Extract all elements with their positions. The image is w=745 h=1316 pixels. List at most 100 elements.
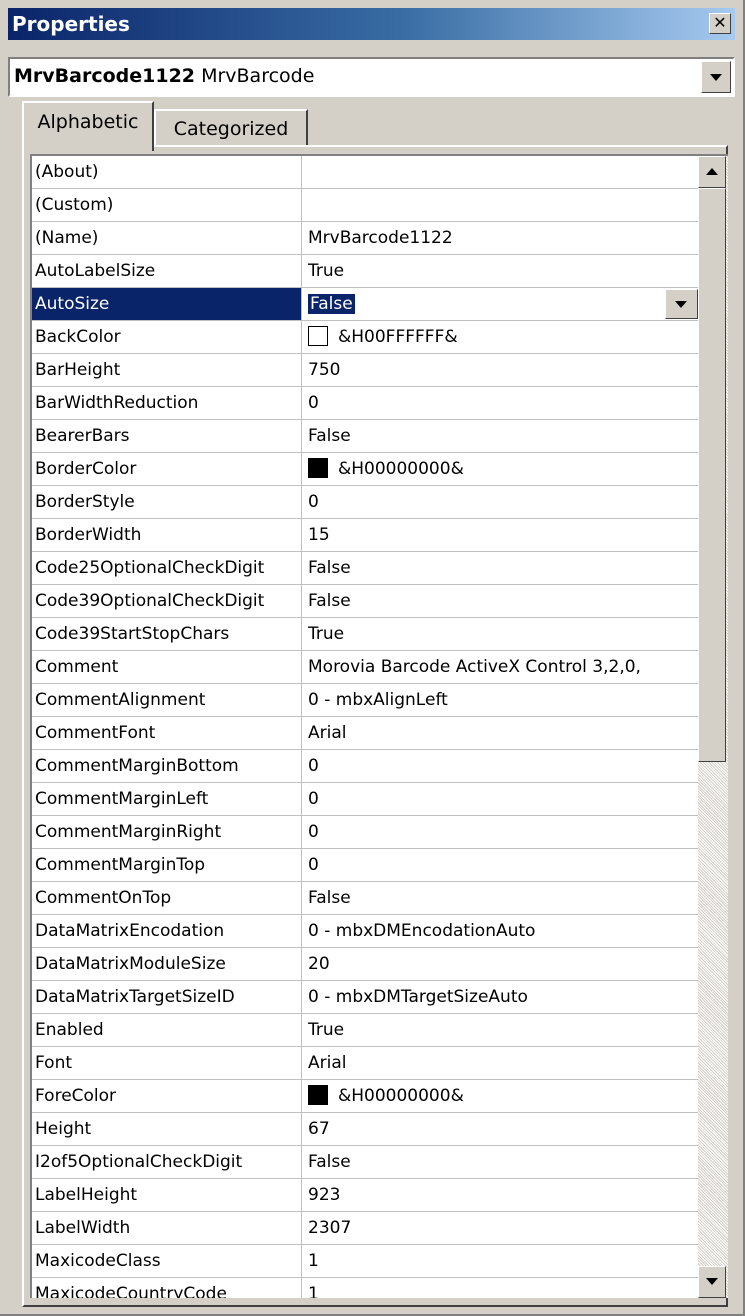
property-row[interactable]: Code39OptionalCheckDigit False xyxy=(32,585,698,618)
property-name[interactable]: Comment xyxy=(32,651,302,683)
value-dropdown-button[interactable] xyxy=(665,289,698,319)
property-name[interactable]: DataMatrixEncodation xyxy=(32,915,302,947)
property-row[interactable]: BorderWidth 15 xyxy=(32,519,698,552)
property-row[interactable]: LabelHeight 923 xyxy=(32,1179,698,1212)
property-value[interactable]: Morovia Barcode ActiveX Control 3,2,0, xyxy=(303,651,698,683)
property-name[interactable]: Code25OptionalCheckDigit xyxy=(32,552,302,584)
property-row[interactable]: LabelWidth 2307 xyxy=(32,1212,698,1245)
property-row[interactable]: DataMatrixTargetSizeID 0 - mbxDMTargetSiz… xyxy=(32,981,698,1014)
property-name[interactable]: CommentMarginBottom xyxy=(32,750,302,782)
scroll-thumb[interactable] xyxy=(698,188,726,762)
property-value[interactable]: 0 xyxy=(303,816,698,848)
property-row[interactable]: (About) xyxy=(32,156,698,189)
property-value[interactable]: 67 xyxy=(303,1113,698,1145)
property-row[interactable]: BarHeight 750 xyxy=(32,354,698,387)
scroll-down-button[interactable] xyxy=(698,1266,726,1298)
property-name[interactable]: LabelWidth xyxy=(32,1212,302,1244)
property-value[interactable]: 0 - mbxDMTargetSizeAuto xyxy=(303,981,698,1013)
property-name[interactable]: LabelHeight xyxy=(32,1179,302,1211)
property-row[interactable]: BackColor &H00FFFFFF& xyxy=(32,321,698,354)
property-value[interactable]: Arial xyxy=(303,717,698,749)
property-value[interactable]: True xyxy=(303,1014,698,1046)
property-value[interactable]: 0 - mbxDMEncodationAuto xyxy=(303,915,698,947)
vertical-scrollbar[interactable] xyxy=(698,154,728,1298)
property-name[interactable]: Enabled xyxy=(32,1014,302,1046)
property-value[interactable] xyxy=(303,156,698,188)
property-name[interactable]: CommentMarginTop xyxy=(32,849,302,881)
property-value[interactable]: 15 xyxy=(303,519,698,551)
property-row[interactable]: (Name) MrvBarcode1122 xyxy=(32,222,698,255)
property-name[interactable]: CommentOnTop xyxy=(32,882,302,914)
property-name[interactable]: BackColor xyxy=(32,321,302,353)
property-name[interactable]: BarWidthReduction xyxy=(32,387,302,419)
property-name[interactable]: Code39OptionalCheckDigit xyxy=(32,585,302,617)
object-selector-dropdown-button[interactable] xyxy=(701,61,731,93)
property-name[interactable]: MaxicodeCountryCode xyxy=(32,1278,302,1298)
property-value[interactable]: 20 xyxy=(303,948,698,980)
property-row[interactable]: MaxicodeClass 1 xyxy=(32,1245,698,1278)
property-name[interactable]: (Name) xyxy=(32,222,302,254)
property-name[interactable]: Font xyxy=(32,1047,302,1079)
property-value[interactable]: 0 xyxy=(303,783,698,815)
property-row[interactable]: DataMatrixModuleSize 20 xyxy=(32,948,698,981)
property-value[interactable]: &H00000000& xyxy=(303,1080,698,1112)
property-row[interactable]: BorderColor &H00000000& xyxy=(32,453,698,486)
property-name[interactable]: Height xyxy=(32,1113,302,1145)
property-value[interactable]: False xyxy=(303,288,698,320)
scroll-up-button[interactable] xyxy=(698,156,726,188)
property-value[interactable]: False xyxy=(303,882,698,914)
property-value[interactable]: False xyxy=(303,552,698,584)
property-row[interactable]: Font Arial xyxy=(32,1047,698,1080)
property-row[interactable]: CommentAlignment 0 - mbxAlignLeft xyxy=(32,684,698,717)
property-value[interactable]: 0 xyxy=(303,387,698,419)
property-row[interactable]: MaxicodeCountryCode 1 xyxy=(32,1278,698,1298)
property-value[interactable]: 750 xyxy=(303,354,698,386)
property-name[interactable]: CommentFont xyxy=(32,717,302,749)
property-value[interactable] xyxy=(303,189,698,221)
close-button[interactable]: ✕ xyxy=(709,13,731,34)
property-value[interactable]: 2307 xyxy=(303,1212,698,1244)
property-value[interactable]: 923 xyxy=(303,1179,698,1211)
property-value[interactable]: 0 - mbxAlignLeft xyxy=(303,684,698,716)
property-name[interactable]: BorderStyle xyxy=(32,486,302,518)
property-value[interactable]: &H00000000& xyxy=(303,453,698,485)
property-value[interactable]: 0 xyxy=(303,849,698,881)
property-row[interactable]: CommentFont Arial xyxy=(32,717,698,750)
property-value[interactable]: &H00FFFFFF& xyxy=(303,321,698,353)
property-row[interactable]: Height 67 xyxy=(32,1113,698,1146)
property-name[interactable]: (About) xyxy=(32,156,302,188)
property-name[interactable]: BearerBars xyxy=(32,420,302,452)
property-value[interactable]: MrvBarcode1122 xyxy=(303,222,698,254)
property-name[interactable]: BorderColor xyxy=(32,453,302,485)
property-name[interactable]: AutoLabelSize xyxy=(32,255,302,287)
property-row[interactable]: BarWidthReduction 0 xyxy=(32,387,698,420)
property-row[interactable]: CommentOnTop False xyxy=(32,882,698,915)
property-name[interactable]: BorderWidth xyxy=(32,519,302,551)
property-value[interactable]: True xyxy=(303,255,698,287)
property-row[interactable]: CommentMarginRight 0 xyxy=(32,816,698,849)
property-value[interactable]: False xyxy=(303,420,698,452)
property-row[interactable]: I2of5OptionalCheckDigit False xyxy=(32,1146,698,1179)
property-row[interactable]: BorderStyle 0 xyxy=(32,486,698,519)
property-row[interactable]: Enabled True xyxy=(32,1014,698,1047)
property-name[interactable]: (Custom) xyxy=(32,189,302,221)
property-name[interactable]: DataMatrixModuleSize xyxy=(32,948,302,980)
property-row[interactable]: ForeColor &H00000000& xyxy=(32,1080,698,1113)
property-row[interactable]: AutoSize False xyxy=(32,288,698,321)
property-name[interactable]: AutoSize xyxy=(32,288,302,320)
property-name[interactable]: Code39StartStopChars xyxy=(32,618,302,650)
property-name[interactable]: ForeColor xyxy=(32,1080,302,1112)
property-name[interactable]: BarHeight xyxy=(32,354,302,386)
property-value[interactable]: False xyxy=(303,585,698,617)
property-value[interactable]: 1 xyxy=(303,1278,698,1298)
property-row[interactable]: (Custom) xyxy=(32,189,698,222)
property-name[interactable]: DataMatrixTargetSizeID xyxy=(32,981,302,1013)
property-value[interactable]: 1 xyxy=(303,1245,698,1277)
property-value[interactable]: Arial xyxy=(303,1047,698,1079)
property-row[interactable]: Code25OptionalCheckDigit False xyxy=(32,552,698,585)
property-row[interactable]: Code39StartStopChars True xyxy=(32,618,698,651)
property-name[interactable]: CommentMarginLeft xyxy=(32,783,302,815)
property-name[interactable]: CommentAlignment xyxy=(32,684,302,716)
property-value[interactable]: 0 xyxy=(303,486,698,518)
property-name[interactable]: I2of5OptionalCheckDigit xyxy=(32,1146,302,1178)
